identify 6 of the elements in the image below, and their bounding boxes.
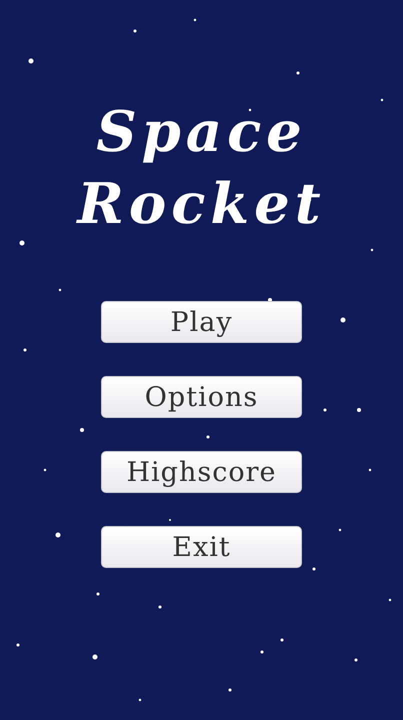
menu-button[interactable]: Exit bbox=[101, 526, 302, 568]
menu-button[interactable]: Play bbox=[101, 301, 302, 343]
menu-button[interactable]: Options bbox=[101, 376, 302, 418]
game-title: Space bbox=[96, 98, 307, 167]
menu-button[interactable]: Highscore bbox=[101, 451, 302, 493]
game-title: Rocket bbox=[77, 170, 326, 239]
